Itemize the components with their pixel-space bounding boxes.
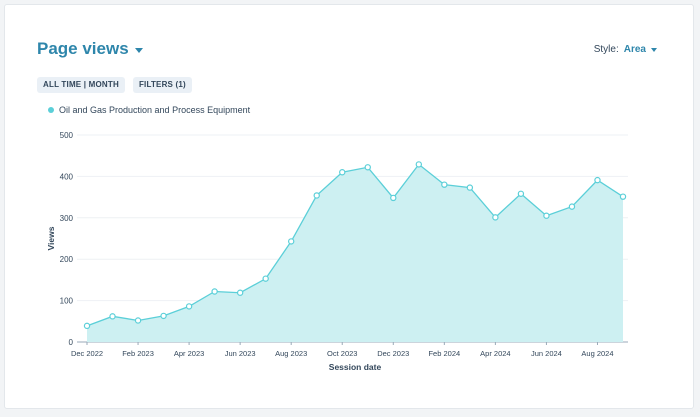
x-axis-title: Session date: [329, 362, 382, 372]
data-point: [211, 288, 218, 295]
data-point: [262, 275, 269, 282]
y-tick-label: 200: [60, 255, 74, 264]
data-point: [109, 313, 116, 320]
x-tick-label: Feb 2024: [428, 349, 460, 358]
data-point: [339, 169, 346, 176]
data-point: [492, 214, 499, 221]
x-tick-label: Jun 2024: [531, 349, 562, 358]
y-tick-label: 400: [60, 172, 74, 181]
x-tick-label: Dec 2023: [377, 349, 409, 358]
x-tick-label: Jun 2023: [225, 349, 256, 358]
data-point: [543, 212, 550, 219]
data-point: [287, 238, 295, 245]
data-point: [517, 190, 525, 197]
data-point: [185, 303, 193, 310]
data-point: [313, 192, 320, 199]
x-tick-label: Dec 2022: [71, 349, 103, 358]
y-tick-label: 100: [60, 297, 74, 306]
data-point: [619, 193, 627, 200]
data-point: [134, 317, 142, 324]
page-views-card: Page views Style: Area ALL TIME | MONTH …: [4, 4, 694, 409]
x-tick-label: Apr 2024: [480, 349, 510, 358]
data-point: [364, 164, 371, 171]
y-tick-label: 500: [60, 131, 74, 140]
data-point: [83, 322, 91, 330]
area-chart: 0 100 200 300 400 500 Dec 2022 Feb 2023 Apr 2023…: [46, 131, 628, 372]
data-point: [441, 181, 448, 188]
y-tick-label: 0: [69, 338, 74, 347]
data-point: [160, 312, 167, 320]
data-point: [466, 184, 474, 191]
data-point: [390, 194, 397, 202]
y-axis-title: Views: [46, 226, 56, 250]
series-area: [87, 164, 623, 342]
x-tick-label: Aug 2023: [275, 349, 307, 358]
data-point: [568, 203, 576, 210]
x-tick-label: Apr 2023: [174, 349, 204, 358]
data-point: [594, 176, 601, 184]
y-tick-label: 300: [60, 214, 74, 223]
x-tick-label: Oct 2023: [327, 349, 357, 358]
data-point: [415, 161, 423, 168]
data-point: [236, 289, 244, 296]
x-tick-label: Aug 2024: [581, 349, 613, 358]
x-tick-label: Feb 2023: [122, 349, 154, 358]
